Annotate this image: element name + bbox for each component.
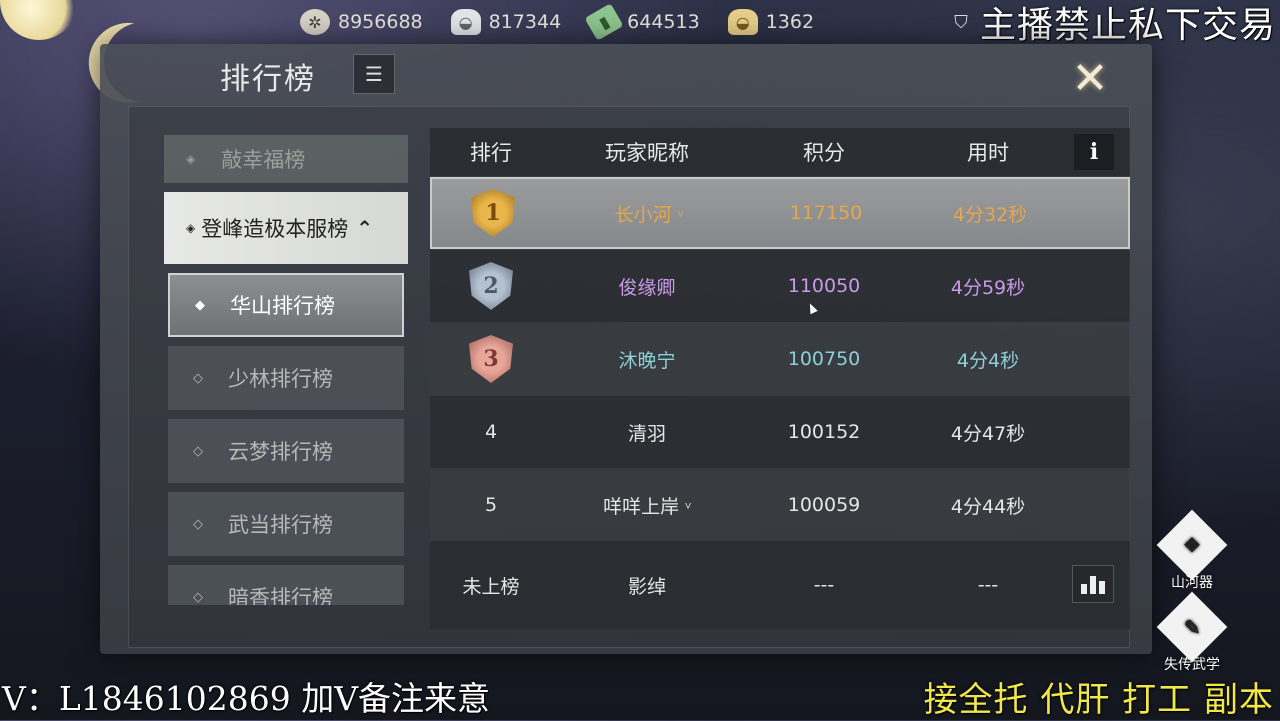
sub-item-label: 云梦排行榜: [228, 440, 333, 464]
stream-service-text: 接全托 代肝 打工 副本: [923, 680, 1274, 720]
diamond-icon: ◈: [186, 152, 196, 166]
player-score: 110050: [787, 275, 861, 297]
self-rank: 未上榜: [462, 575, 520, 598]
currency-jade[interactable]: ▮ 644513: [584, 3, 700, 41]
menu-category-label: 登峰造极本服榜: [201, 217, 349, 241]
category-menu: ◈ 敲幸福榜 ◈ 登峰造极本服榜 ⌃ ◆ 华山排行榜 ◇ 少林排行榜 ◇ 云梦排…: [164, 135, 408, 605]
player-name: 咩咩上岸 ⱽ: [603, 495, 691, 518]
currency-bar: ✲ 8956688 ◒ 817344 ▮ 644513 ◒ 1362: [300, 0, 814, 44]
currency-film[interactable]: ✲ 8956688: [300, 9, 423, 35]
header-rank: 排行: [470, 141, 512, 165]
silver-medal-icon: 2: [469, 262, 513, 310]
shield-icon: ⛉: [954, 11, 968, 33]
moon-decoration: [0, 0, 78, 40]
gold-medal-icon: 1: [471, 189, 515, 237]
currency-value: 817344: [488, 11, 562, 33]
jade-icon: ▮: [584, 3, 624, 41]
currency-value: 1362: [765, 11, 815, 33]
sub-item-label: 华山排行榜: [230, 294, 335, 318]
diamond-bullet-icon: ◇: [193, 443, 203, 459]
mountain-river-icon: ❖: [1156, 509, 1228, 581]
gold-ingot-icon: ◒: [727, 9, 758, 35]
player-name: 长小河 ⱽ: [614, 203, 684, 226]
self-name: 影绰: [627, 575, 666, 598]
panel-title: 排行榜: [220, 62, 316, 97]
player-score: 100750: [787, 348, 861, 370]
header-score: 积分: [803, 141, 845, 165]
player-rank: 4: [484, 421, 498, 443]
diamond-bullet-icon: ◇: [193, 589, 203, 605]
player-time: 4分32秒: [952, 203, 1028, 226]
side-button-lost-arts[interactable]: ✎ 失传武学: [1152, 591, 1232, 674]
info-icon[interactable]: i: [1074, 134, 1114, 170]
bar-chart-icon[interactable]: [1072, 565, 1114, 603]
sub-item-anxiang[interactable]: ◇ 暗香排行榜: [168, 565, 404, 605]
menu-item-faded[interactable]: ◈ 敲幸福榜: [164, 135, 408, 183]
side-button-shanheqi[interactable]: ❖ 山河器: [1152, 509, 1232, 592]
lost-martial-arts-icon: ✎: [1156, 591, 1228, 663]
player-score: 100152: [787, 421, 861, 443]
player-time: 4分44秒: [950, 495, 1026, 518]
player-time: 4分4秒: [956, 349, 1020, 372]
silver-ingot-icon: ◒: [450, 9, 481, 35]
table-row[interactable]: 1 长小河 ⱽ 117150 4分32秒: [430, 177, 1130, 249]
chevron-up-icon: ⌃: [356, 216, 373, 240]
player-name: 沐晚宁: [618, 349, 676, 372]
stream-contact-text: V：L1846102869 加V备注来意: [2, 679, 491, 718]
currency-value: 8956688: [338, 11, 423, 33]
film-reel-icon: ✲: [300, 9, 330, 35]
sub-item-wudang[interactable]: ◇ 武当排行榜: [168, 492, 404, 556]
currency-gold[interactable]: ◒ 1362: [727, 9, 815, 35]
sub-item-huashan[interactable]: ◆ 华山排行榜: [168, 273, 404, 337]
player-name: 俊缘卿: [618, 276, 676, 299]
sub-item-shaolin[interactable]: ◇ 少林排行榜: [168, 346, 404, 410]
bronze-medal-icon: 3: [469, 335, 513, 383]
notice-text: 主播禁止私下交易: [979, 5, 1276, 46]
table-row[interactable]: 5 咩咩上岸 ⱽ 100059 4分44秒: [430, 469, 1130, 541]
self-rank-row: 未上榜 影绰 --- ---: [430, 541, 1130, 629]
player-score: 100059: [787, 494, 861, 516]
list-box-icon[interactable]: ☰: [353, 54, 395, 94]
diamond-bullet-icon: ◆: [195, 297, 205, 313]
player-score: 117150: [789, 202, 863, 224]
diamond-bullet-icon: ◇: [193, 370, 203, 386]
player-time: 4分59秒: [950, 276, 1026, 299]
menu-item-label: 敲幸福榜: [221, 148, 306, 172]
player-name: 清羽: [627, 422, 666, 445]
header-time: 用时: [967, 141, 1009, 165]
table-header: 排行 玩家昵称 积分 用时 i: [430, 128, 1130, 176]
diamond-bullet-icon: ◇: [193, 516, 203, 532]
header-name: 玩家昵称: [605, 141, 689, 165]
self-time: ---: [977, 574, 999, 596]
sub-item-yunmeng[interactable]: ◇ 云梦排行榜: [168, 419, 404, 483]
menu-category-open[interactable]: ◈ 登峰造极本服榜 ⌃: [164, 192, 408, 264]
sub-item-label: 武当排行榜: [228, 513, 333, 537]
stream-notice: ⛉ 主播禁止私下交易: [948, 0, 1280, 46]
self-score: ---: [813, 574, 835, 596]
player-rank: 5: [484, 494, 498, 516]
sub-item-label: 暗香排行榜: [228, 586, 333, 605]
currency-value: 644513: [627, 11, 700, 33]
currency-silver[interactable]: ◒ 817344: [450, 9, 562, 35]
table-row[interactable]: 3 沐晚宁 100750 4分4秒: [430, 323, 1130, 395]
table-row[interactable]: 4 清羽 100152 4分47秒: [430, 396, 1130, 468]
diamond-icon: ◈: [186, 221, 196, 235]
table-row[interactable]: 2 俊缘卿 110050 4分59秒: [430, 250, 1130, 322]
ranking-table: 排行 玩家昵称 积分 用时 i 1 长小河 ⱽ 117150 4分32秒 2 俊…: [430, 128, 1130, 629]
sub-item-label: 少林排行榜: [228, 367, 333, 391]
close-icon[interactable]: ✕: [1062, 50, 1118, 106]
player-time: 4分47秒: [950, 422, 1026, 445]
